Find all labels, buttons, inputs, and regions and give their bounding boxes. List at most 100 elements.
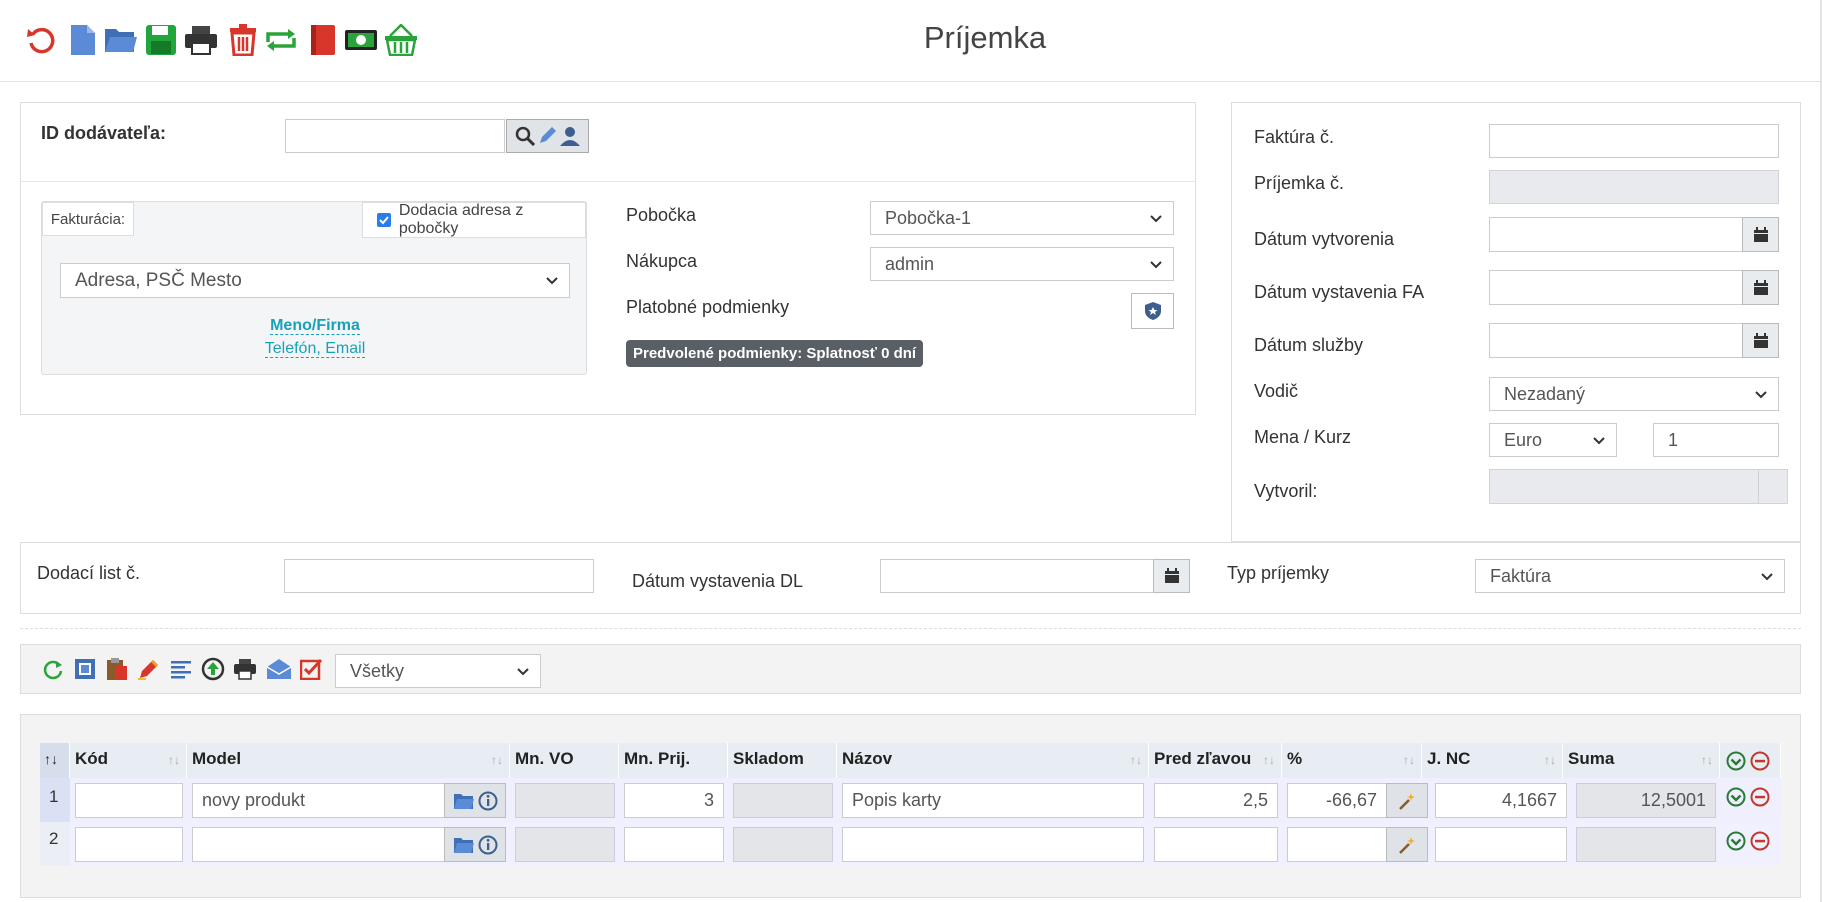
info-icon xyxy=(478,835,497,854)
row-kod-input[interactable] xyxy=(75,827,183,862)
row-model-input[interactable] xyxy=(192,827,445,862)
magic-wand-icon xyxy=(1399,836,1415,854)
col-header-j-nc-label: J. NC xyxy=(1427,749,1471,768)
receipt-number-field xyxy=(1489,170,1779,204)
row-suma-field: 12,5001 xyxy=(1576,783,1716,818)
paste-icon[interactable] xyxy=(104,656,130,682)
service-date-input[interactable] xyxy=(1489,323,1743,358)
row-percent-input[interactable]: -66,67 xyxy=(1287,783,1387,818)
issued-date-input[interactable] xyxy=(1489,270,1743,305)
name-link-wrap: Meno/Firma xyxy=(42,314,588,335)
row-kod-input[interactable] xyxy=(75,783,183,818)
row-nazov-input[interactable] xyxy=(842,827,1144,862)
highlight-icon[interactable] xyxy=(136,656,162,682)
row-j-nc-input[interactable]: 4,1667 xyxy=(1435,783,1567,818)
delivery-note-input[interactable] xyxy=(284,559,594,593)
col-header-skladom[interactable]: Skladom xyxy=(728,743,837,778)
payment-label: Platobné podmienky xyxy=(626,297,790,317)
row-model-actions[interactable] xyxy=(444,827,506,862)
select-all-icon[interactable] xyxy=(72,656,98,682)
open-folder-icon[interactable] xyxy=(104,22,138,58)
check-circle-icon[interactable] xyxy=(1726,787,1746,807)
calendar-button[interactable] xyxy=(1153,559,1190,593)
sort-icon: ↑↓ xyxy=(1403,753,1415,767)
row-number: 2 xyxy=(40,822,70,866)
col-header-suma[interactable]: Suma ↑↓ xyxy=(1563,743,1720,778)
col-header-mn-prij[interactable]: Mn. Prij. xyxy=(619,743,728,778)
row-percent-input[interactable] xyxy=(1287,827,1387,862)
col-header-kod[interactable]: Kód ↑↓ xyxy=(70,743,187,778)
minus-circle-icon[interactable] xyxy=(1750,787,1770,807)
branch-select[interactable]: Pobočka-1 xyxy=(870,201,1174,235)
book-icon[interactable] xyxy=(306,22,340,58)
buyer-select[interactable]: admin xyxy=(870,247,1174,281)
address-select[interactable]: Adresa, PSČ Mesto xyxy=(60,263,570,298)
name-company-link[interactable]: Meno/Firma xyxy=(270,317,360,335)
created-date-input[interactable] xyxy=(1489,217,1743,252)
col-header-model[interactable]: Model ↑↓ xyxy=(187,743,510,778)
delivery-checkbox[interactable] xyxy=(377,213,391,227)
table-row: 1 novy produkt 3 Popis karty 2,5 -66,67 … xyxy=(40,778,1781,822)
convert-icon[interactable] xyxy=(264,22,298,58)
row-skladom-field xyxy=(733,827,833,862)
checklist-icon[interactable] xyxy=(298,656,324,682)
upload-icon[interactable] xyxy=(200,656,226,682)
check-circle-icon[interactable] xyxy=(1726,831,1746,851)
service-date-label: Dátum služby xyxy=(1254,335,1364,355)
refresh-icon[interactable] xyxy=(24,22,58,58)
col-header-pred-zlavou-label: Pred zľavou xyxy=(1154,749,1252,768)
currency-select[interactable]: Euro xyxy=(1489,423,1617,457)
invoice-number-input[interactable] xyxy=(1489,124,1779,158)
row-j-nc-input[interactable] xyxy=(1435,827,1567,862)
new-document-icon[interactable] xyxy=(66,22,100,58)
row-nazov-input[interactable]: Popis karty xyxy=(842,783,1144,818)
filter-select[interactable]: Všetky xyxy=(335,654,541,688)
row-discount-wand-button[interactable] xyxy=(1386,827,1428,862)
driver-select[interactable]: Nezadaný xyxy=(1489,377,1779,411)
chevron-down-icon xyxy=(517,668,529,676)
minus-circle-icon[interactable] xyxy=(1750,751,1770,771)
align-text-icon[interactable] xyxy=(168,656,194,682)
row-pred-zlavou-input[interactable] xyxy=(1154,827,1278,862)
minus-circle-icon[interactable] xyxy=(1750,831,1770,851)
folder-icon xyxy=(453,793,474,809)
calendar-button[interactable] xyxy=(1742,323,1779,358)
exchange-rate-input[interactable]: 1 xyxy=(1653,423,1779,457)
col-header-nazov[interactable]: Názov ↑↓ xyxy=(837,743,1149,778)
row-model-actions[interactable] xyxy=(444,783,506,818)
receipt-number-label: Príjemka č. xyxy=(1254,173,1345,193)
row-number-header[interactable]: ↑↓ xyxy=(40,743,70,778)
col-header-nazov-label: Názov xyxy=(842,749,893,768)
mail-icon[interactable] xyxy=(266,656,292,682)
col-header-mn-vo[interactable]: Mn. VO xyxy=(510,743,619,778)
delete-icon[interactable] xyxy=(226,22,260,58)
row-mn-prij-input[interactable] xyxy=(624,827,724,862)
calendar-button[interactable] xyxy=(1742,270,1779,305)
payment-terms-button[interactable] xyxy=(1131,293,1174,329)
row-model-input[interactable]: novy produkt xyxy=(192,783,445,818)
col-header-pred-zlavou[interactable]: Pred zľavou ↑↓ xyxy=(1149,743,1282,778)
col-header-percent[interactable]: % ↑↓ xyxy=(1282,743,1422,778)
col-header-j-nc[interactable]: J. NC ↑↓ xyxy=(1422,743,1563,778)
supplier-id-input[interactable] xyxy=(285,119,505,153)
user-icon xyxy=(559,127,580,146)
reload-icon[interactable] xyxy=(40,656,66,682)
receipt-type-select[interactable]: Faktúra xyxy=(1475,559,1785,593)
delivery-address-toggle[interactable]: Dodacia adresa z pobočky xyxy=(362,202,586,238)
row-pred-zlavou-input[interactable]: 2,5 xyxy=(1154,783,1278,818)
supplier-search-button[interactable] xyxy=(506,119,589,153)
branch-label: Pobočka xyxy=(626,205,697,225)
check-circle-icon[interactable] xyxy=(1726,751,1746,771)
row-discount-wand-button[interactable] xyxy=(1386,783,1428,818)
save-icon[interactable] xyxy=(144,22,178,58)
print-icon[interactable] xyxy=(184,22,218,58)
print-icon[interactable] xyxy=(232,656,258,682)
basket-icon[interactable] xyxy=(384,22,418,58)
calendar-button[interactable] xyxy=(1742,217,1779,252)
billing-tab[interactable]: Fakturácia: xyxy=(42,202,134,236)
money-icon[interactable] xyxy=(344,22,378,58)
delivery-date-input[interactable] xyxy=(880,559,1154,593)
col-header-suma-label: Suma xyxy=(1568,749,1615,768)
row-mn-prij-input[interactable]: 3 xyxy=(624,783,724,818)
phone-email-link[interactable]: Telefón, Email xyxy=(264,340,366,358)
